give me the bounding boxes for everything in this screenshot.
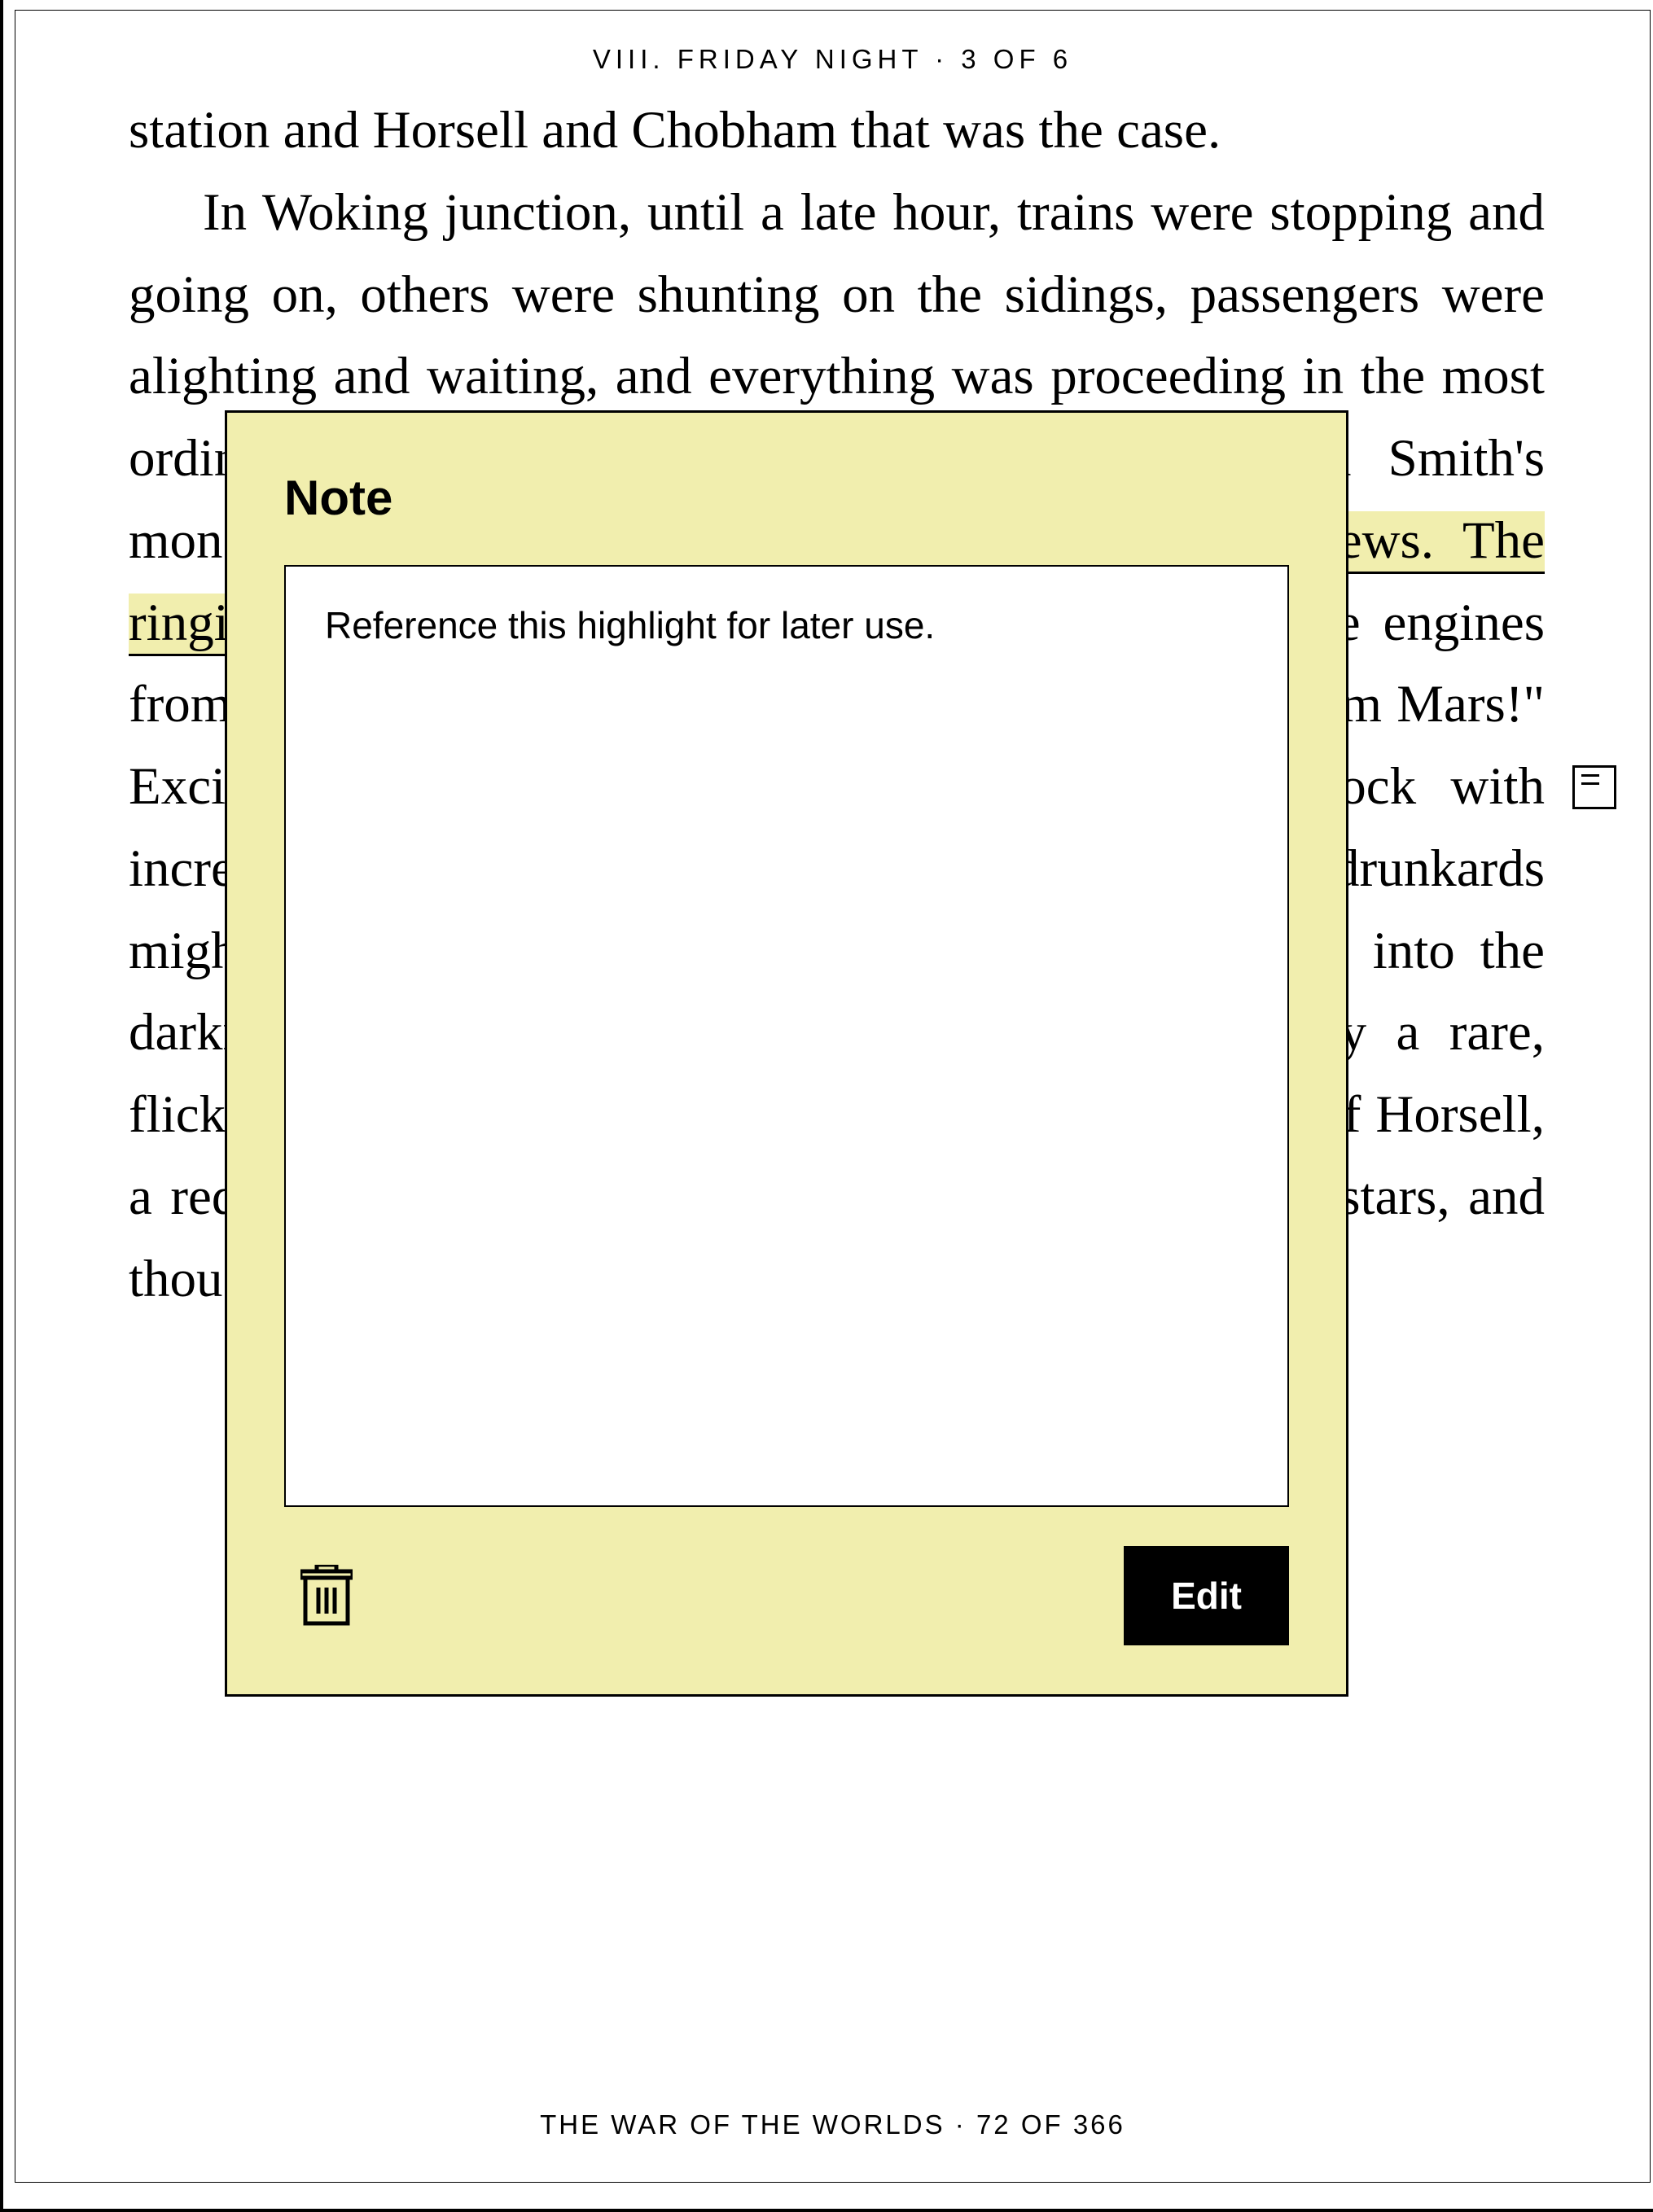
inner-border (15, 10, 1651, 2183)
